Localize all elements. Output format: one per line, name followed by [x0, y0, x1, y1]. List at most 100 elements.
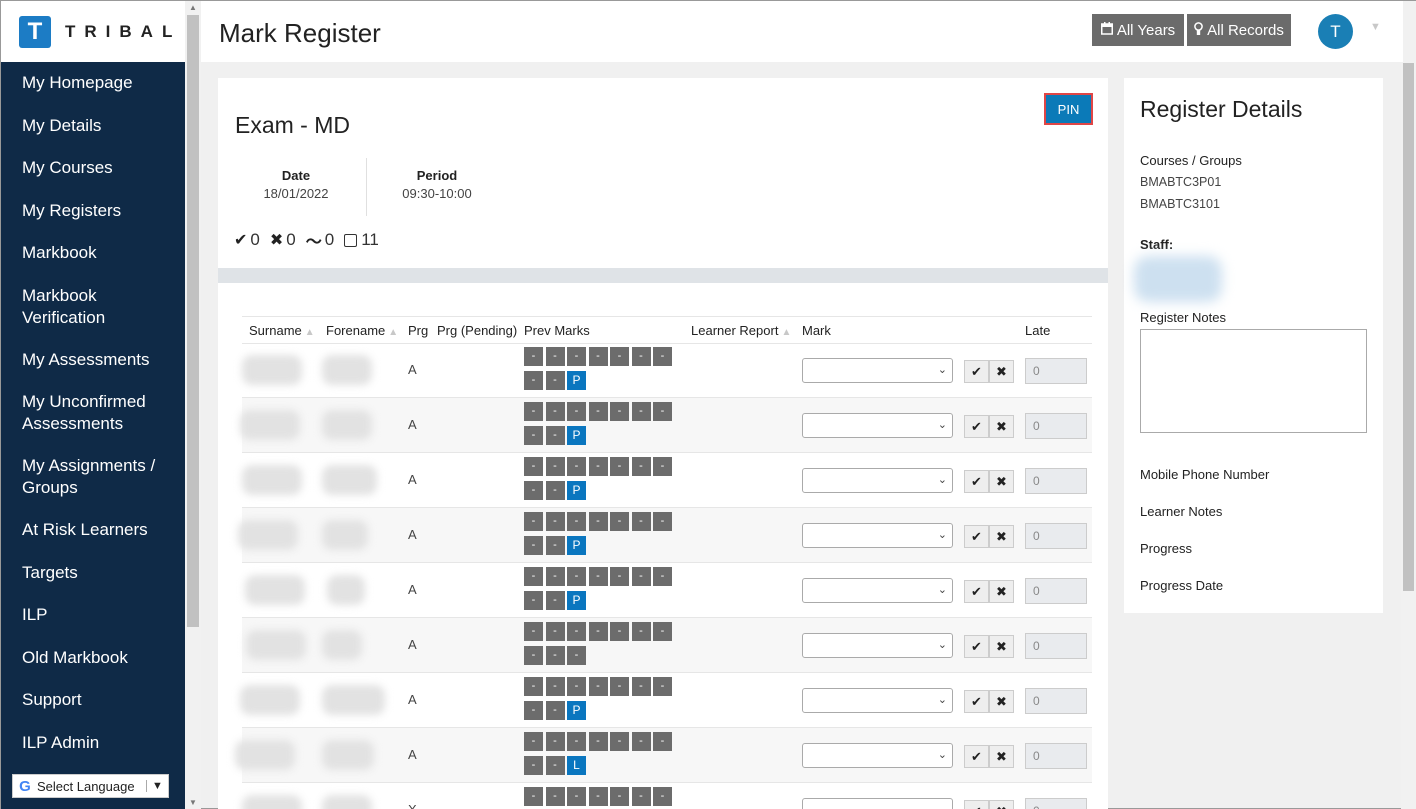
sort-icon: ▲ — [388, 327, 399, 338]
col-surname[interactable]: Surname ▲ — [249, 323, 315, 338]
mark-select[interactable]: ⌄ — [802, 798, 953, 809]
sidebar-item-support[interactable]: Support — [1, 679, 185, 722]
scroll-down-icon[interactable]: ▼ — [185, 796, 201, 809]
prev-mark: - — [545, 457, 565, 476]
unmarked-count-value: 11 — [361, 230, 379, 249]
prev-mark: - — [545, 756, 565, 775]
sidebar-scrollbar[interactable]: ▲ ▼ — [185, 1, 201, 809]
mark-select[interactable]: ⌄ — [802, 743, 953, 768]
sidebar-item-my-unconfirmed-assessments[interactable]: My Unconfirmed Assessments — [1, 381, 185, 445]
mark-present-button[interactable]: ✔ — [964, 690, 989, 713]
mark-select[interactable]: ⌄ — [802, 413, 953, 438]
prev-mark: - — [524, 457, 543, 476]
mark-present-button[interactable]: ✔ — [964, 470, 989, 493]
sidebar-item-my-registers[interactable]: My Registers — [1, 190, 185, 233]
prev-mark: - — [588, 402, 608, 421]
avatar[interactable]: T — [1318, 14, 1353, 49]
mark-present-button[interactable]: ✔ — [964, 360, 989, 383]
col-forename[interactable]: Forename ▲ — [326, 323, 398, 338]
mark-absent-button[interactable]: ✖ — [989, 800, 1014, 809]
prev-mark: - — [524, 371, 543, 390]
mark-select[interactable]: ⌄ — [802, 523, 953, 548]
sidebar-item-at-risk-learners[interactable]: At Risk Learners — [1, 509, 185, 552]
sidebar: T TRIBAL My Homepage My Details My Cours… — [1, 1, 185, 809]
sidebar-item-my-homepage[interactable]: My Homepage — [1, 62, 185, 105]
prev-mark-latest: L — [567, 756, 586, 775]
mark-select[interactable]: ⌄ — [802, 633, 953, 658]
prg-value: A — [408, 747, 417, 762]
prev-mark: - — [545, 371, 565, 390]
mark-absent-button[interactable]: ✖ — [989, 360, 1014, 383]
mark-absent-button[interactable]: ✖ — [989, 415, 1014, 438]
mark-absent-button[interactable]: ✖ — [989, 690, 1014, 713]
table-row: A - - - - - - - - - P ⌄ ✔ ✖ 0 — [242, 343, 1092, 398]
staff-label: Staff: — [1140, 237, 1174, 252]
section-divider — [218, 268, 1108, 283]
prev-mark: - — [524, 787, 543, 806]
register-notes-textarea[interactable] — [1140, 329, 1367, 433]
mark-absent-button[interactable]: ✖ — [989, 580, 1014, 603]
brand-logo[interactable]: T TRIBAL — [1, 1, 185, 62]
mark-absent-button[interactable]: ✖ — [989, 635, 1014, 658]
mark-absent-button[interactable]: ✖ — [989, 470, 1014, 493]
mark-select[interactable]: ⌄ — [802, 358, 953, 383]
sidebar-item-ilp-admin[interactable]: ILP Admin — [1, 722, 185, 765]
sidebar-item-old-markbook[interactable]: Old Markbook — [1, 637, 185, 680]
sidebar-item-ilp[interactable]: ILP — [1, 594, 185, 637]
forename-redacted — [322, 355, 372, 385]
late-input[interactable]: 0 — [1025, 413, 1087, 439]
sidebar-scrollbar-thumb[interactable] — [187, 15, 199, 627]
select-language-widget[interactable]: G Select Language ▼ — [12, 774, 169, 798]
select-language-label: Select Language — [37, 778, 135, 794]
late-input[interactable]: 0 — [1025, 578, 1087, 604]
page-scrollbar[interactable] — [1401, 1, 1416, 809]
mark-select[interactable]: ⌄ — [802, 468, 953, 493]
page-scrollbar-thumb[interactable] — [1403, 63, 1414, 591]
all-records-button[interactable]: All Records — [1187, 14, 1291, 46]
user-menu-chevron-icon[interactable]: ▼ — [1370, 21, 1381, 33]
mark-absent-button[interactable]: ✖ — [989, 525, 1014, 548]
course-item: BMABTC3P01 — [1140, 175, 1222, 189]
col-learner-report-label: Learner Report — [691, 323, 779, 338]
sidebar-item-my-courses[interactable]: My Courses — [1, 147, 185, 190]
prev-mark: - — [610, 457, 629, 476]
late-input[interactable]: 0 — [1025, 743, 1087, 769]
surname-redacted — [240, 410, 300, 440]
late-input[interactable]: 0 — [1025, 358, 1087, 384]
prev-mark: - — [567, 622, 586, 641]
col-learner-report[interactable]: Learner Report ▲ — [691, 323, 791, 338]
late-input[interactable]: 0 — [1025, 798, 1087, 809]
prev-mark: - — [545, 646, 565, 665]
mark-present-button[interactable]: ✔ — [964, 525, 989, 548]
late-input[interactable]: 0 — [1025, 688, 1087, 714]
scroll-up-icon[interactable]: ▲ — [185, 1, 201, 15]
mark-present-button[interactable]: ✔ — [964, 800, 989, 809]
sidebar-item-my-assignments-groups[interactable]: My Assignments / Groups — [1, 445, 185, 509]
late-input[interactable]: 0 — [1025, 523, 1087, 549]
late-input[interactable]: 0 — [1025, 468, 1087, 494]
prev-mark: - — [653, 347, 672, 366]
prev-mark: - — [524, 646, 543, 665]
table-row: A - - - - - - - - - P ⌄ ✔ ✖ 0 — [240, 673, 1092, 728]
prev-mark: - — [545, 402, 565, 421]
mark-present-button[interactable]: ✔ — [964, 745, 989, 768]
mark-present-button[interactable]: ✔ — [964, 415, 989, 438]
mark-select[interactable]: ⌄ — [802, 688, 953, 713]
mark-present-button[interactable]: ✔ — [964, 580, 989, 603]
mark-select[interactable]: ⌄ — [802, 578, 953, 603]
sidebar-item-my-assessments[interactable]: My Assessments — [1, 339, 185, 382]
prg-value: A — [408, 527, 417, 542]
sidebar-item-targets[interactable]: Targets — [1, 552, 185, 595]
prev-mark: - — [545, 701, 565, 720]
late-input[interactable]: 0 — [1025, 633, 1087, 659]
surname-redacted — [246, 630, 306, 660]
sidebar-item-markbook-verification[interactable]: Markbook Verification — [1, 275, 185, 339]
mark-absent-button[interactable]: ✖ — [989, 745, 1014, 768]
all-records-label: All Records — [1207, 21, 1284, 39]
chevron-down-icon: ▼ — [146, 780, 168, 792]
mark-present-button[interactable]: ✔ — [964, 635, 989, 658]
sidebar-item-markbook[interactable]: Markbook — [1, 232, 185, 275]
all-years-button[interactable]: All Years — [1092, 14, 1184, 46]
sidebar-item-my-details[interactable]: My Details — [1, 105, 185, 148]
pin-button[interactable]: PIN — [1044, 93, 1093, 125]
